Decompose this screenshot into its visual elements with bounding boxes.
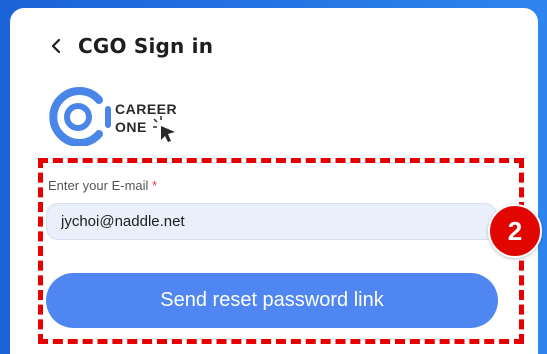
logo-text-one: ONE (115, 119, 147, 135)
page-header: CGO Sign in (48, 32, 213, 60)
email-field[interactable] (46, 203, 497, 240)
required-mark: * (152, 178, 158, 193)
email-label-text: Enter your E-mail (48, 178, 149, 193)
logo-text-career: CAREER (115, 101, 178, 117)
page-title: CGO Sign in (78, 34, 214, 58)
email-label: Enter your E-mail * (48, 178, 157, 193)
step-badge: 2 (488, 204, 542, 258)
career-one-logo: CAREER ONE (47, 86, 182, 146)
chevron-left-icon[interactable] (48, 36, 64, 56)
send-reset-link-button[interactable]: Send reset password link (46, 273, 498, 328)
